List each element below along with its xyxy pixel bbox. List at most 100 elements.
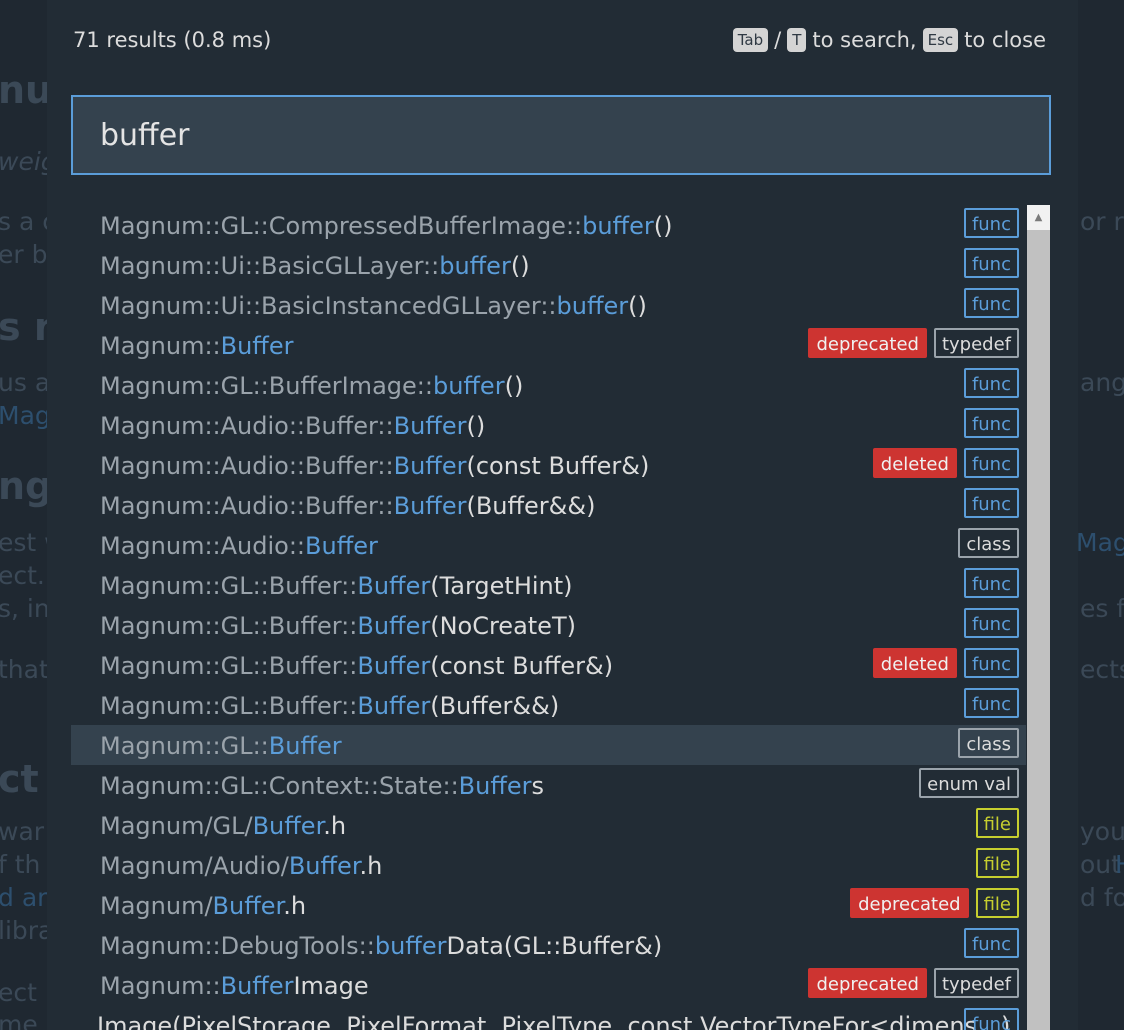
- result-name: Magnum::GL::CompressedBufferImage::buffe…: [100, 212, 672, 240]
- result-tags: func: [963, 488, 1019, 518]
- result-suffix: (const Buffer&): [430, 652, 614, 680]
- func-tag: func: [963, 488, 1019, 518]
- bg-text-fragment: or re: [1080, 207, 1124, 236]
- result-match: Buffer: [252, 812, 324, 840]
- result-row[interactable]: Magnum::GL::Context::State::Buffers enum …: [71, 765, 1026, 805]
- results-count: 71 results (0.8 ms): [73, 28, 272, 52]
- func-tag: func: [963, 648, 1019, 678]
- result-suffix: (NoCreateT): [430, 612, 576, 640]
- results-scrollbar[interactable]: ▲: [1027, 205, 1050, 1030]
- result-tags: func: [963, 248, 1019, 278]
- result-tags: func: [963, 1008, 1019, 1030]
- result-prefix: Magnum::DebugTools::: [100, 932, 375, 960]
- result-name: Magnum/GL/Buffer.h: [100, 812, 346, 840]
- func-tag: func: [963, 408, 1019, 438]
- result-tags: file: [975, 808, 1019, 838]
- result-row[interactable]: Magnum::Audio::Buffer::Buffer() func: [71, 405, 1026, 445]
- result-row[interactable]: Magnum::Ui::BasicInstancedGLLayer::buffe…: [71, 285, 1026, 325]
- result-tags: deprecated typedef: [808, 328, 1019, 358]
- result-row[interactable]: Magnum/Buffer.h deprecated file: [71, 885, 1026, 925]
- result-row[interactable]: Magnum::GL::Buffer::Buffer(NoCreateT) fun…: [71, 605, 1026, 645]
- result-tags: func: [963, 208, 1019, 238]
- func-tag: func: [963, 448, 1019, 478]
- typedef-tag: typedef: [933, 968, 1019, 998]
- file-tag: file: [975, 848, 1019, 878]
- result-match: Buffer: [212, 892, 284, 920]
- result-prefix: Magnum::: [100, 972, 221, 1000]
- result-row[interactable]: Magnum::Ui::BasicGLLayer::buffer() func: [71, 245, 1026, 285]
- t-key-hint: T: [787, 28, 807, 52]
- result-name: Magnum::Buffer: [100, 332, 293, 360]
- result-row[interactable]: Magnum::DebugTools::bufferData(GL::Buffe…: [71, 925, 1026, 965]
- deprecated-tag: deprecated: [808, 968, 927, 998]
- result-row[interactable]: Magnum::GL::Buffer::Buffer(Buffer&&) func: [71, 685, 1026, 725]
- func-tag: func: [963, 688, 1019, 718]
- search-input[interactable]: [71, 95, 1051, 175]
- result-row[interactable]: Magnum::GL::Buffer class: [71, 725, 1026, 765]
- func-tag: func: [963, 368, 1019, 398]
- result-name: Magnum::GL::Buffer::Buffer(Buffer&&): [100, 692, 559, 720]
- result-name: Magnum/Buffer.h: [100, 892, 306, 920]
- func-tag: func: [963, 288, 1019, 318]
- result-row[interactable]: Magnum::GL::Buffer::Buffer(TargetHint) fu…: [71, 565, 1026, 605]
- deleted-tag: deleted: [872, 448, 957, 478]
- result-name: Magnum::GL::Buffer::Buffer(TargetHint): [100, 572, 573, 600]
- file-tag: file: [975, 808, 1019, 838]
- bg-link-fragment: d ar: [0, 883, 48, 912]
- result-suffix: (): [466, 412, 486, 440]
- key-separator: /: [774, 28, 782, 52]
- result-prefix: Magnum::GL::BufferImage::: [100, 372, 433, 400]
- result-tags: deprecated typedef: [808, 968, 1019, 998]
- to-search-text: to search,: [812, 28, 917, 52]
- result-name: Magnum::BufferImage: [100, 972, 369, 1000]
- result-row[interactable]: Magnum::Audio::Buffer class: [71, 525, 1026, 565]
- result-prefix: Magnum::Audio::Buffer::: [100, 492, 394, 520]
- result-match: Buffer: [220, 332, 294, 360]
- result-tags: class: [958, 728, 1019, 758]
- result-row[interactable]: Magnum::GL::CompressedBufferImage::buffe…: [71, 205, 1026, 245]
- result-suffix: Data(GL::Buffer&): [446, 932, 663, 960]
- result-match: Buffer: [357, 692, 431, 720]
- result-prefix: Magnum::Audio::Buffer::: [100, 452, 394, 480]
- result-row[interactable]: Magnum::Audio::Buffer::Buffer(Buffer&&) f…: [71, 485, 1026, 525]
- result-prefix: Magnum/: [100, 892, 213, 920]
- func-tag: func: [963, 208, 1019, 238]
- bg-text-fragment: ange: [1080, 368, 1124, 397]
- func-tag: func: [963, 248, 1019, 278]
- bg-text-fragment: you c: [1080, 817, 1124, 846]
- result-tags: file: [975, 848, 1019, 878]
- result-name: Magnum::GL::BufferImage::buffer(): [100, 372, 523, 400]
- result-prefix: Magnum::Ui::BasicInstancedGLLayer::: [100, 292, 557, 320]
- result-row[interactable]: Magnum::GL::BufferImage::buffer() func: [71, 365, 1026, 405]
- to-close-text: to close: [964, 28, 1046, 52]
- result-suffix: .h: [323, 812, 347, 840]
- tab-key-hint: Tab: [732, 28, 769, 52]
- result-match: Buffer: [288, 852, 360, 880]
- func-tag: func: [963, 1008, 1019, 1030]
- result-tags: deleted func: [872, 648, 1019, 678]
- result-row[interactable]: Magnum::Buffer deprecated typedef: [71, 325, 1026, 365]
- result-row[interactable]: Magnum::GL::Buffer::Buffer(const Buffer&…: [71, 645, 1026, 685]
- file-tag: file: [975, 888, 1019, 918]
- result-row[interactable]: Magnum::Audio::Buffer::Buffer(const Buff…: [71, 445, 1026, 485]
- result-row[interactable]: Image(PixelStorage, PixelFormat, PixelTy…: [71, 1005, 1026, 1030]
- result-prefix: Magnum::GL::Buffer::: [100, 652, 358, 680]
- result-name: Magnum::Ui::BasicGLLayer::buffer(): [100, 252, 530, 280]
- result-row[interactable]: Magnum/Audio/Buffer.h file: [71, 845, 1026, 885]
- result-name: Magnum::Audio::Buffer::Buffer(Buffer&&): [100, 492, 595, 520]
- deprecated-tag: deprecated: [850, 888, 969, 918]
- result-prefix: Magnum::GL::Buffer::: [100, 692, 358, 720]
- result-prefix: Magnum::GL::: [100, 732, 269, 760]
- result-prefix: Magnum/GL/: [100, 812, 253, 840]
- result-row[interactable]: Magnum/GL/Buffer.h file: [71, 805, 1026, 845]
- result-row[interactable]: Magnum::BufferImage deprecated typedef: [71, 965, 1026, 1005]
- result-suffix: (const Buffer&): [466, 452, 650, 480]
- result-suffix: (): [504, 372, 524, 400]
- result-suffix: .h: [283, 892, 307, 920]
- result-name: Magnum::DebugTools::bufferData(GL::Buffe…: [100, 932, 662, 960]
- result-prefix: Magnum::GL::CompressedBufferImage::: [100, 212, 583, 240]
- deleted-tag: deleted: [872, 648, 957, 678]
- result-tags: class: [958, 528, 1019, 558]
- scroll-up-arrow-icon[interactable]: ▲: [1027, 205, 1050, 230]
- result-tags: deleted func: [872, 448, 1019, 478]
